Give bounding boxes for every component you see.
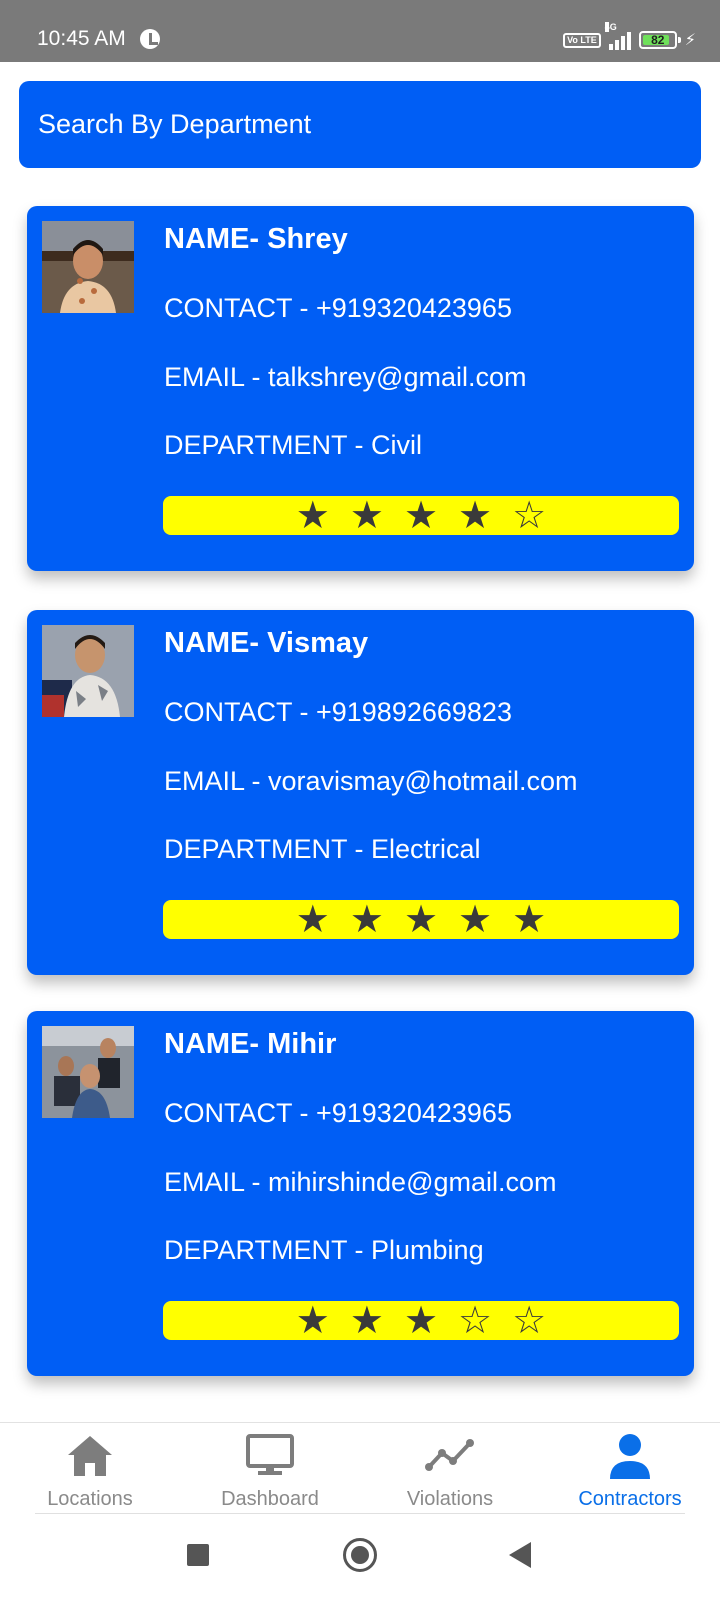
contractor-contact[interactable]: CONTACT - +919892669823 bbox=[164, 697, 512, 728]
star-empty-icon: ☆ bbox=[512, 493, 547, 537]
person-icon bbox=[610, 1434, 650, 1479]
contractor-email[interactable]: EMAIL - voravismay@hotmail.com bbox=[164, 766, 578, 797]
star-filled-icon: ★ bbox=[295, 493, 330, 537]
star-filled-icon: ★ bbox=[458, 493, 493, 537]
nav-item-dashboard[interactable]: Dashboard bbox=[180, 1423, 360, 1515]
contractor-department: DEPARTMENT - Plumbing bbox=[164, 1235, 484, 1265]
contractor-contact[interactable]: CONTACT - +919320423965 bbox=[164, 1098, 512, 1129]
avatar bbox=[42, 625, 134, 717]
volte-icon: Vo LTE bbox=[563, 32, 601, 48]
search-by-department-label: Search By Department bbox=[38, 109, 312, 139]
contractor-contact[interactable]: CONTACT - +919320423965 bbox=[164, 293, 512, 324]
network-type: 4G bbox=[604, 22, 617, 32]
contractor-email[interactable]: EMAIL - talkshrey@gmail.com bbox=[164, 362, 527, 393]
star-empty-icon: ☆ bbox=[458, 1298, 493, 1342]
contractor-name: NAME- Mihir bbox=[164, 1028, 337, 1060]
contractor-card[interactable]: NAME- Mihir CONTACT - +919320423965 EMAI… bbox=[27, 1011, 694, 1376]
contractor-card[interactable]: NAME- Shrey CONTACT - +919320423965 EMAI… bbox=[27, 206, 694, 571]
nav-item-locations[interactable]: Locations bbox=[0, 1423, 180, 1515]
nav-label: Contractors bbox=[578, 1488, 682, 1510]
star-filled-icon: ★ bbox=[349, 897, 384, 941]
star-empty-icon: ☆ bbox=[512, 1298, 547, 1342]
monitor-icon bbox=[246, 1434, 294, 1475]
search-by-department-button[interactable]: Search By Department bbox=[19, 81, 701, 168]
contractor-name: NAME- Vismay bbox=[164, 627, 369, 659]
star-filled-icon: ★ bbox=[349, 493, 384, 537]
battery-icon: 82 bbox=[638, 31, 681, 49]
contractor-card[interactable]: NAME- Vismay CONTACT - +919892669823 EMA… bbox=[27, 610, 694, 975]
star-filled-icon: ★ bbox=[403, 493, 439, 537]
home-button-icon[interactable] bbox=[343, 1538, 377, 1572]
status-indicators: Vo LTE 4G 82 ⚡ bbox=[563, 22, 696, 52]
contractor-email[interactable]: EMAIL - mihirshinde@gmail.com bbox=[164, 1167, 557, 1198]
nav-label: Dashboard bbox=[221, 1488, 319, 1510]
recents-icon[interactable] bbox=[187, 1544, 209, 1566]
bottom-navigation: Locations Dashboard Violations Contracto… bbox=[0, 1422, 720, 1515]
status-bar: 10:45 AM Vo LTE 4G 82 ⚡ bbox=[0, 0, 720, 62]
avatar bbox=[42, 221, 134, 313]
nav-item-contractors[interactable]: Contractors bbox=[540, 1423, 720, 1515]
nav-label: Violations bbox=[406, 1488, 494, 1510]
nav-item-violations[interactable]: Violations bbox=[360, 1423, 540, 1515]
trend-line-icon bbox=[425, 1439, 474, 1471]
status-time: 10:45 AM bbox=[37, 27, 126, 50]
star-filled-icon: ★ bbox=[403, 1298, 439, 1342]
system-navigation-bar bbox=[0, 1514, 720, 1600]
star-filled-icon: ★ bbox=[295, 897, 330, 941]
nav-label: Locations bbox=[47, 1488, 133, 1510]
contractor-department: DEPARTMENT - Electrical bbox=[164, 834, 481, 864]
contractor-name: NAME- Shrey bbox=[164, 223, 348, 255]
clock-icon bbox=[140, 29, 160, 49]
home-icon bbox=[68, 1436, 112, 1476]
star-filled-icon: ★ bbox=[458, 897, 493, 941]
battery-level: 82 bbox=[651, 33, 665, 47]
star-filled-icon: ★ bbox=[403, 897, 439, 941]
rating-bar: ★ ★ ★ ★ ★ bbox=[163, 900, 679, 939]
charging-icon: ⚡ bbox=[684, 32, 696, 49]
rating-bar: ★ ★ ★ ★ ☆ bbox=[163, 496, 679, 535]
rating-bar: ★ ★ ★ ☆ ☆ bbox=[163, 1301, 679, 1340]
back-icon[interactable] bbox=[509, 1542, 531, 1568]
avatar bbox=[42, 1026, 134, 1118]
star-filled-icon: ★ bbox=[512, 897, 547, 941]
signal-icon: 4G bbox=[604, 22, 631, 50]
contractor-department: DEPARTMENT - Civil bbox=[164, 430, 423, 460]
star-filled-icon: ★ bbox=[349, 1298, 384, 1342]
star-filled-icon: ★ bbox=[295, 1298, 330, 1342]
